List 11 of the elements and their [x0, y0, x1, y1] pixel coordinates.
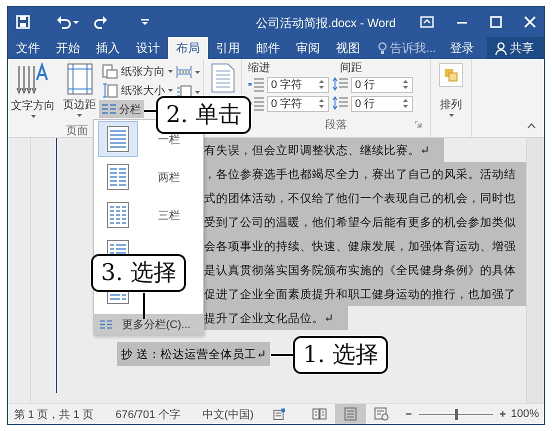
word-count: 676/701 个字	[114, 408, 182, 422]
language: 中文(中国)	[201, 408, 255, 422]
step-tooltip: 3. 选择	[91, 254, 186, 292]
step-tooltip: 1. 选择	[293, 336, 388, 374]
group-label: 页面	[66, 125, 88, 137]
spacing-label: 间距	[340, 60, 362, 74]
step-tooltip: 2. 单击	[156, 96, 252, 134]
indent-label: 缩进	[248, 60, 270, 74]
window-title: 公司活动简报.docx - Word	[256, 15, 396, 32]
group-label: 段落	[325, 118, 347, 131]
page-count: 第 1 页，共 1 页	[13, 408, 94, 422]
